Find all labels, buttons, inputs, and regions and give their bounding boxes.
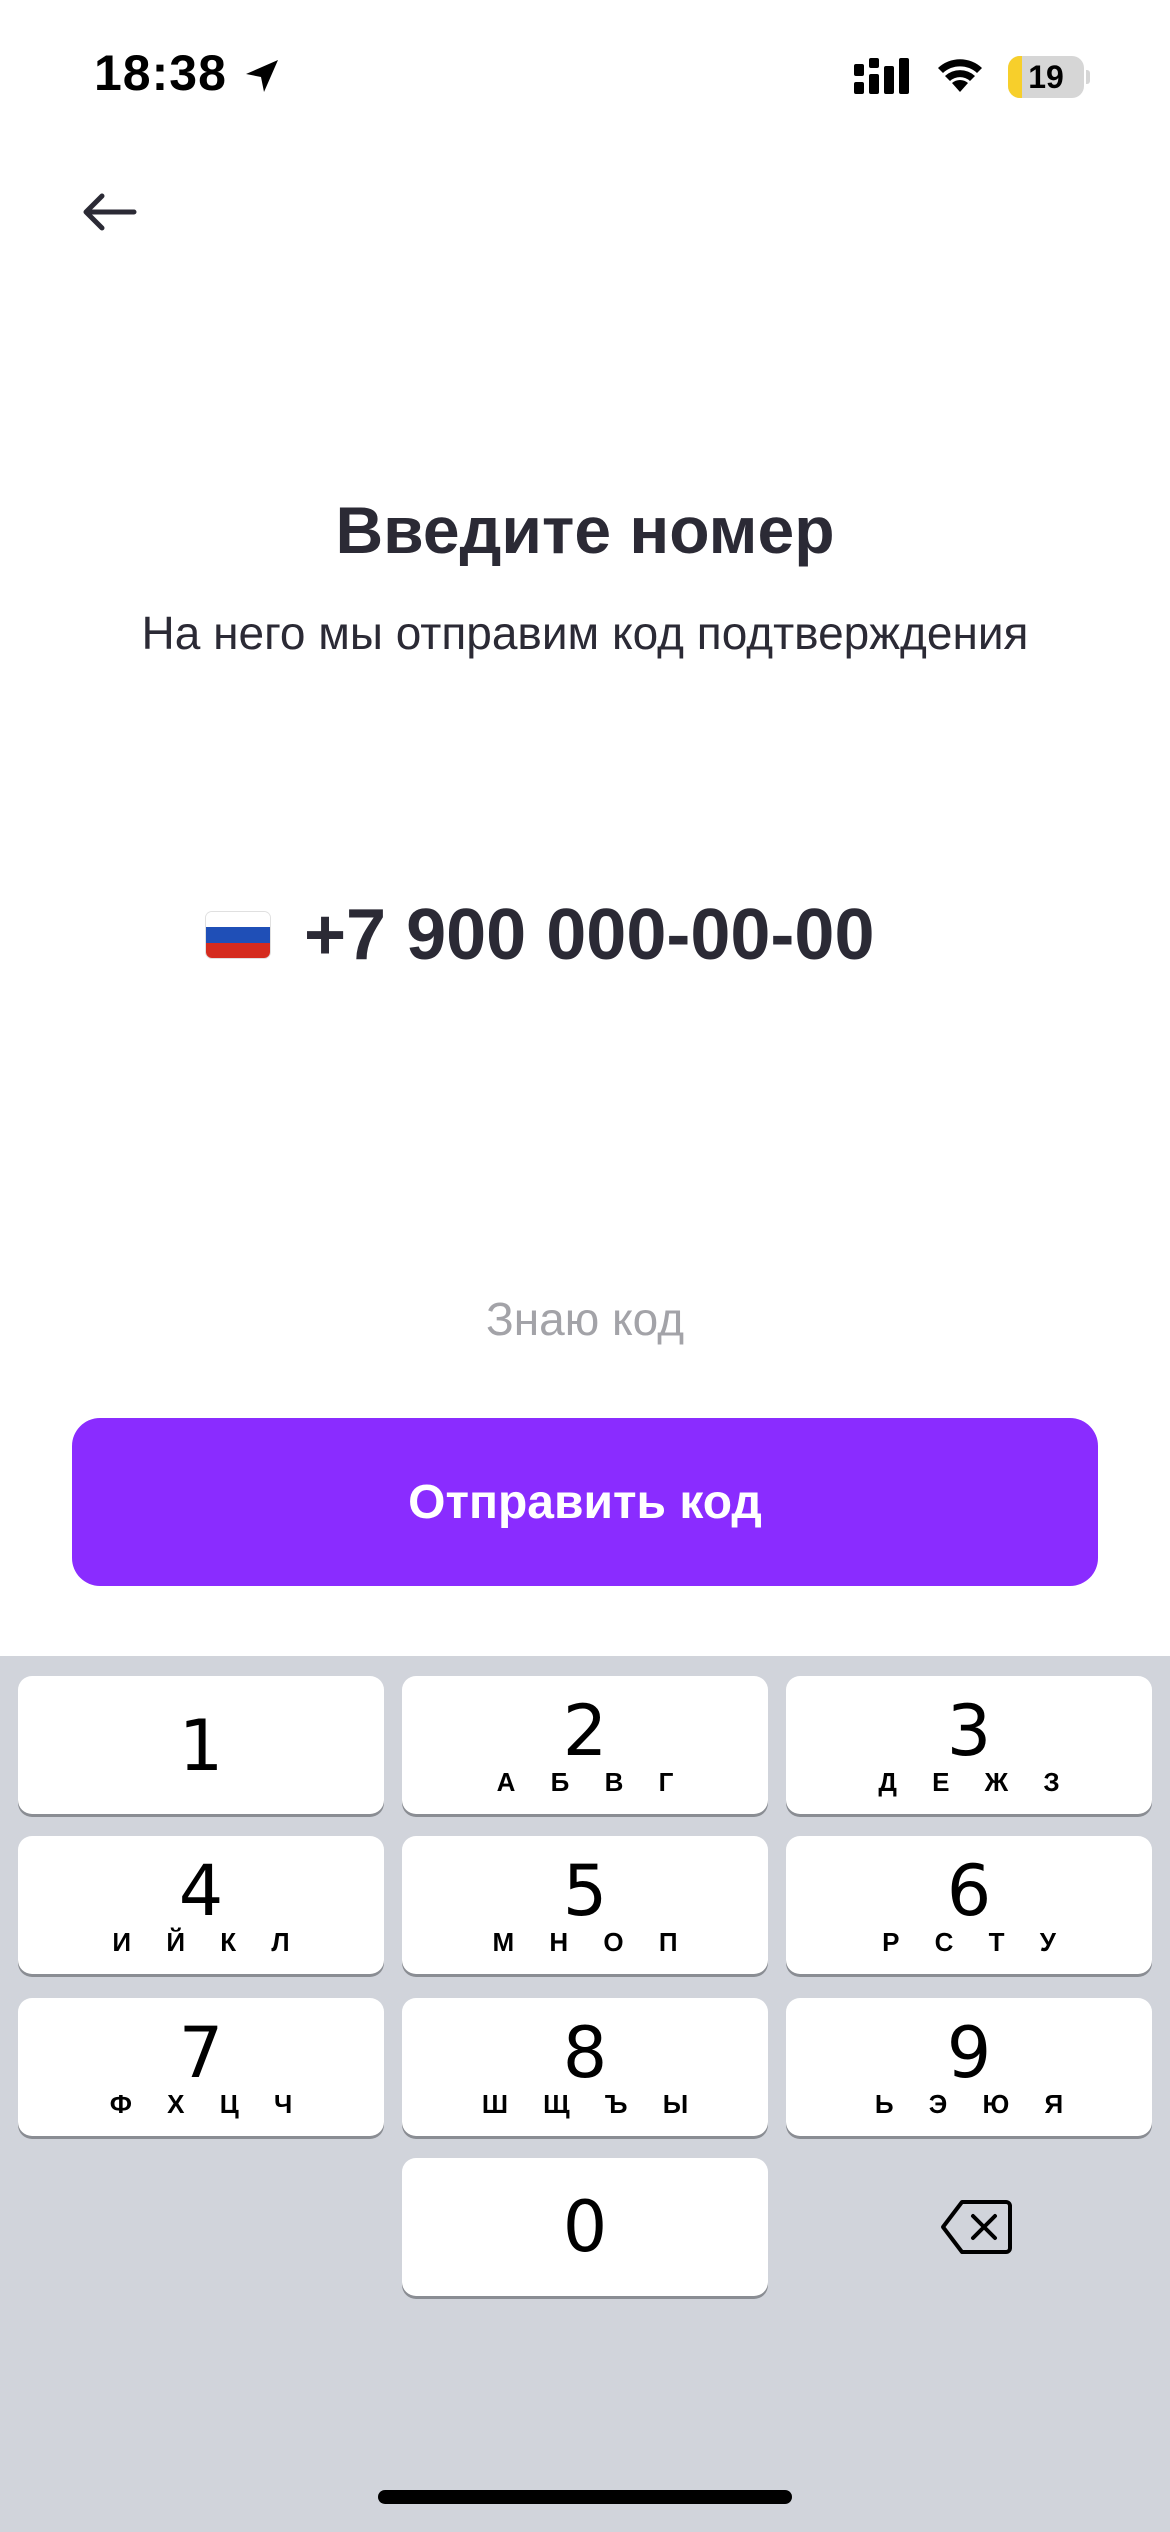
key-digit: 7 (178, 2012, 224, 2094)
battery-icon: 19 (1008, 56, 1090, 98)
cellular-signal-icon (854, 58, 909, 94)
key-letters: М Н О П (492, 1927, 692, 1957)
flag-stripe-red (206, 942, 270, 958)
key-2[interactable]: 2 А Б В Г (402, 1676, 768, 1814)
key-letters: Д Е Ж З (878, 1767, 1074, 1797)
backspace-key[interactable] (876, 2158, 1076, 2296)
phone-input-row (0, 890, 1170, 980)
phone-input[interactable] (304, 894, 964, 976)
send-code-button[interactable]: Отправить код (72, 1418, 1098, 1586)
arrow-left-icon (83, 193, 137, 231)
key-3[interactable]: 3 Д Е Ж З (786, 1676, 1152, 1814)
key-6[interactable]: 6 Р С Т У (786, 1836, 1152, 1974)
key-digit: 3 (946, 1690, 992, 1772)
back-button[interactable] (70, 180, 150, 244)
key-digit: 4 (178, 1850, 224, 1932)
key-digit: 6 (946, 1850, 992, 1932)
battery-nub (1086, 70, 1090, 84)
page-title: Введите номер (335, 493, 835, 567)
wifi-icon (938, 59, 982, 92)
key-digit: 0 (562, 2186, 608, 2268)
key-digit: 2 (562, 1690, 608, 1772)
key-4[interactable]: 4 И Й К Л (18, 1836, 384, 1974)
key-letters: И Й К Л (112, 1927, 304, 1957)
numeric-keyboard: 1 2 А Б В Г 3 Д Е Ж З 4 И Й К Л 5 М Н О … (0, 1656, 1170, 2532)
key-1[interactable]: 1 (18, 1676, 384, 1814)
key-letters: Р С Т У (882, 1927, 1070, 1957)
key-0[interactable]: 0 (402, 2158, 768, 2296)
key-8[interactable]: 8 Ш Щ Ъ Ы (402, 1998, 768, 2136)
key-letters: Ь Э Ю Я (874, 2089, 1078, 2119)
flag-stripe-white (206, 912, 270, 928)
home-indicator[interactable] (378, 2490, 792, 2504)
battery-body: 19 (1008, 56, 1084, 98)
key-digit: 1 (178, 1705, 224, 1787)
key-digit: 9 (946, 2012, 992, 2094)
key-letters: А Б В Г (496, 1767, 688, 1797)
key-5[interactable]: 5 М Н О П (402, 1836, 768, 1974)
page-subtitle: На него мы отправим код подтверждения (141, 607, 1029, 659)
location-arrow-icon (246, 60, 278, 92)
status-time: 18:38 (94, 45, 227, 101)
key-digit: 5 (562, 1850, 608, 1932)
battery-level: 19 (1028, 59, 1064, 95)
key-7[interactable]: 7 Ф Х Ц Ч (18, 1998, 384, 2136)
key-letters: Ш Щ Ъ Ы (481, 2089, 703, 2119)
key-letters: Ф Х Ц Ч (109, 2089, 307, 2119)
flag-stripe-blue (206, 927, 270, 943)
know-code-link[interactable]: Знаю код (0, 1292, 1170, 1346)
key-9[interactable]: 9 Ь Э Ю Я (786, 1998, 1152, 2136)
key-digit: 8 (562, 2012, 608, 2094)
russia-flag-icon[interactable] (206, 912, 270, 958)
status-bar: 18:38 19 (0, 0, 1170, 150)
backspace-icon (941, 2200, 1012, 2254)
